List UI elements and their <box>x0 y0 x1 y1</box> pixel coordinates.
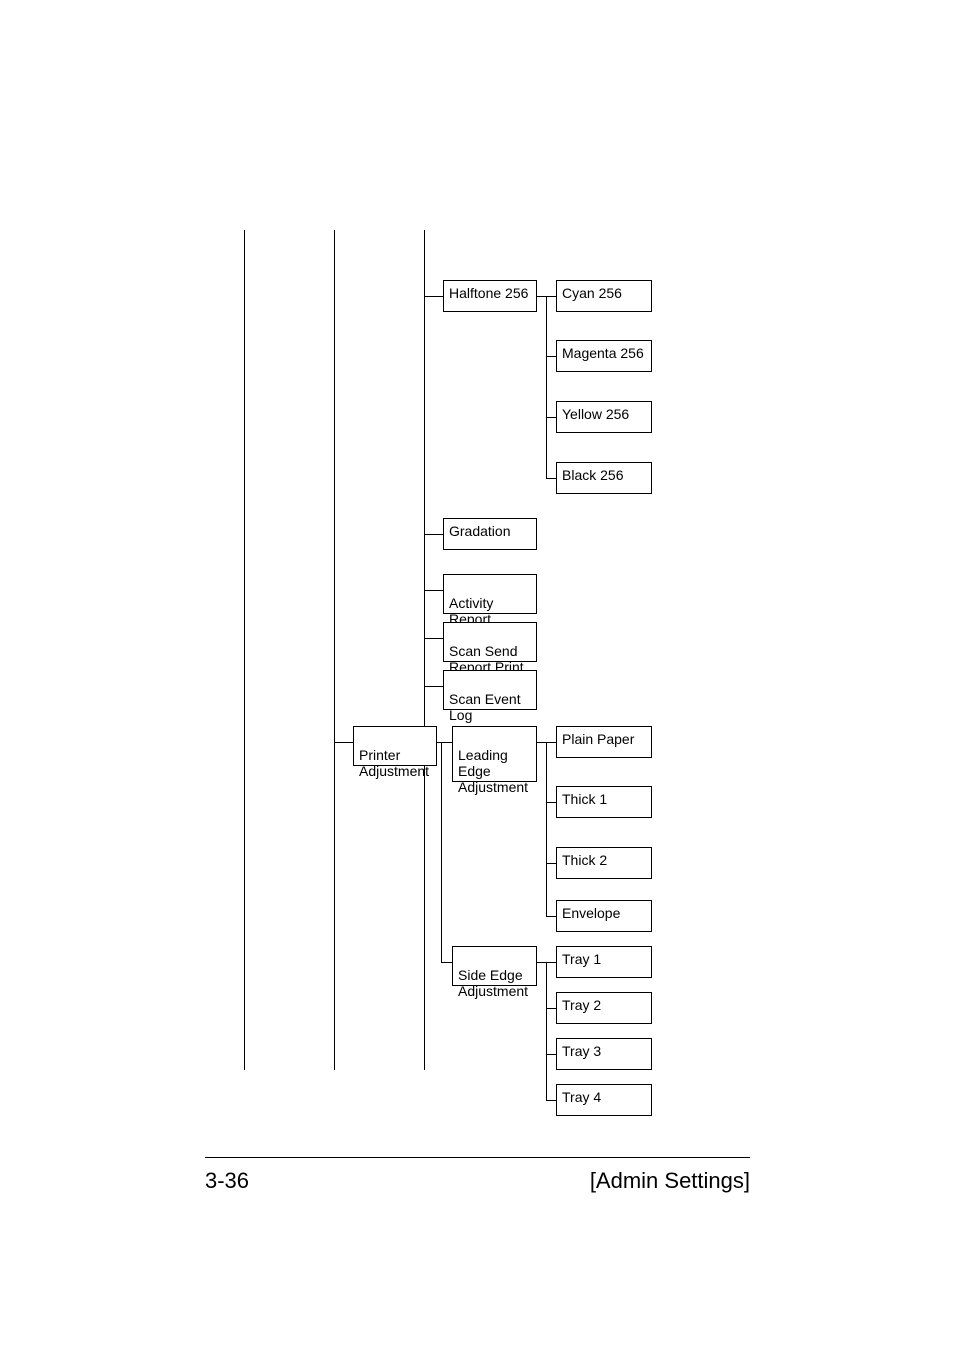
scan-event-log-box: Scan Event Log <box>443 670 537 710</box>
printer-adj-children-vline <box>441 742 442 916</box>
thick-1-box: Thick 1 <box>556 786 652 818</box>
tray-4-label: Tray 4 <box>562 1089 601 1105</box>
footer-rule <box>205 1157 750 1158</box>
scan-send-report-print-box: Scan Send Report Print <box>443 622 537 662</box>
plain-paper-label: Plain Paper <box>562 731 634 747</box>
activity-report-box: Activity Report <box>443 574 537 614</box>
conn-side-edge <box>441 962 452 963</box>
magenta-256-label: Magenta 256 <box>562 345 644 361</box>
conn-tray-1 <box>546 962 556 963</box>
conn-thick-2 <box>546 863 556 864</box>
black-256-box: Black 256 <box>556 462 652 494</box>
conn-gradation <box>424 534 443 535</box>
leading-edge-children-vline-ext <box>546 863 547 916</box>
halftone-children-vline <box>546 296 547 478</box>
side-edge-children-vline-ext <box>546 1044 547 1100</box>
plain-paper-box: Plain Paper <box>556 726 652 758</box>
leading-edge-adjustment-box: Leading Edge Adjustment <box>452 726 537 782</box>
conn-halftone <box>424 296 443 297</box>
conn-plain-paper <box>546 742 556 743</box>
side-edge-adjustment-box: Side Edge Adjustment <box>452 946 537 986</box>
page: Halftone 256 Cyan 256 Magenta 256 Yellow… <box>0 0 954 1350</box>
trunk-line-3 <box>424 230 425 1070</box>
footer-page-number: 3-36 <box>205 1168 249 1194</box>
tray-1-label: Tray 1 <box>562 951 601 967</box>
envelope-label: Envelope <box>562 905 620 921</box>
conn-envelope <box>546 916 556 917</box>
printer-adjustment-box: Printer Adjustment <box>353 726 437 766</box>
conn-cyan <box>546 296 556 297</box>
thick-2-label: Thick 2 <box>562 852 607 868</box>
conn-activity <box>424 590 443 591</box>
cyan-256-box: Cyan 256 <box>556 280 652 312</box>
printer-adj-children-vline-ext <box>441 916 442 962</box>
printer-adjustment-label: Printer Adjustment <box>359 747 429 779</box>
tray-3-box: Tray 3 <box>556 1038 652 1070</box>
envelope-box: Envelope <box>556 900 652 932</box>
conn-printer-adj <box>334 742 353 743</box>
yellow-256-label: Yellow 256 <box>562 406 629 422</box>
halftone-256-box: Halftone 256 <box>443 280 537 312</box>
conn-magenta <box>546 356 556 357</box>
scan-event-log-label: Scan Event Log <box>449 691 521 723</box>
footer-section-title: [Admin Settings] <box>590 1168 750 1194</box>
conn-scan-event <box>424 686 443 687</box>
conn-tray-4 <box>546 1100 556 1101</box>
cyan-256-label: Cyan 256 <box>562 285 622 301</box>
tray-1-box: Tray 1 <box>556 946 652 978</box>
tray-4-box: Tray 4 <box>556 1084 652 1116</box>
conn-scan-send <box>424 638 443 639</box>
yellow-256-box: Yellow 256 <box>556 401 652 433</box>
conn-black <box>546 478 556 479</box>
conn-yellow <box>546 417 556 418</box>
conn-tray-3 <box>546 1054 556 1055</box>
side-edge-children-vline <box>546 962 547 1044</box>
side-edge-adjustment-label: Side Edge Adjustment <box>458 967 528 999</box>
halftone-256-label: Halftone 256 <box>449 285 528 301</box>
tray-2-label: Tray 2 <box>562 997 601 1013</box>
gradation-label: Gradation <box>449 523 510 539</box>
thick-1-label: Thick 1 <box>562 791 607 807</box>
trunk-line-1 <box>244 230 245 1070</box>
trunk-line-2 <box>334 230 335 1070</box>
tray-3-label: Tray 3 <box>562 1043 601 1059</box>
leading-edge-adjustment-label: Leading Edge Adjustment <box>458 747 528 795</box>
conn-tray-2 <box>546 1008 556 1009</box>
tray-2-box: Tray 2 <box>556 992 652 1024</box>
thick-2-box: Thick 2 <box>556 847 652 879</box>
magenta-256-box: Magenta 256 <box>556 340 652 372</box>
gradation-box: Gradation <box>443 518 537 550</box>
conn-thick-1 <box>546 802 556 803</box>
conn-leading-edge <box>441 742 452 743</box>
black-256-label: Black 256 <box>562 467 623 483</box>
